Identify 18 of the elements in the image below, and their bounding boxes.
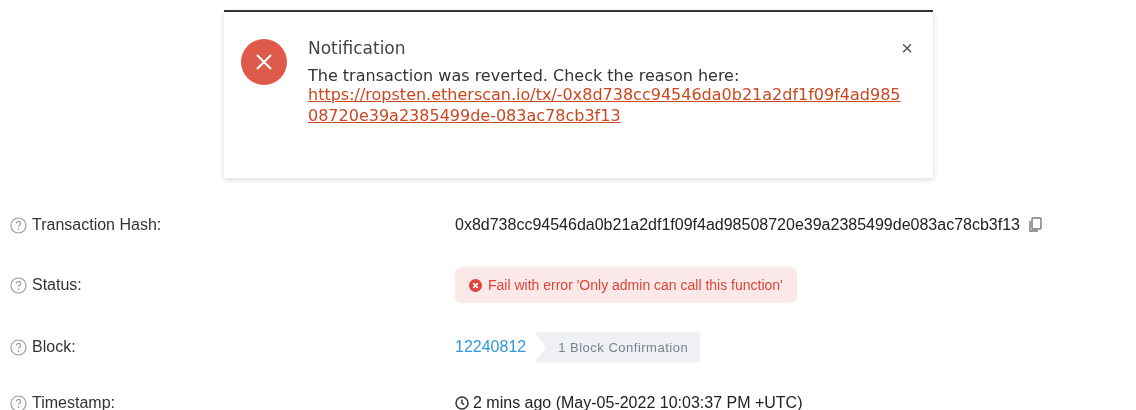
copy-icon[interactable] xyxy=(1028,217,1042,233)
confirmation-tag: 1 Block Confirmation xyxy=(534,331,701,363)
help-icon xyxy=(10,216,27,234)
help-icon xyxy=(10,338,27,356)
error-icon xyxy=(240,38,288,86)
clock-icon xyxy=(455,396,469,410)
close-button[interactable]: × xyxy=(901,38,913,58)
transaction-hash: 0x8d738cc94546da0b21a2df1f09f4ad98508720e39a2385499de083ac78cb3f13 xyxy=(455,216,1020,234)
field-label: Status: xyxy=(32,276,82,294)
status-badge: Fail with error 'Only admin can call this function' xyxy=(455,267,797,303)
notification-message: The transaction was reverted. Check the reason here: xyxy=(308,66,741,85)
notification-title: Notification xyxy=(308,38,406,58)
help-icon xyxy=(10,276,27,294)
help-icon xyxy=(10,394,27,410)
etherscan-link[interactable]: https://ropsten.etherscan.io/tx/-0x8d738cc94546da0b21a2df1f09f4ad98508720e39a2385499de-083ac78cb3f13 xyxy=(308,85,908,127)
field-label: Transaction Hash: xyxy=(32,216,162,234)
block-link[interactable]: 12240812 xyxy=(455,338,527,356)
field-label: Block: xyxy=(32,338,76,356)
